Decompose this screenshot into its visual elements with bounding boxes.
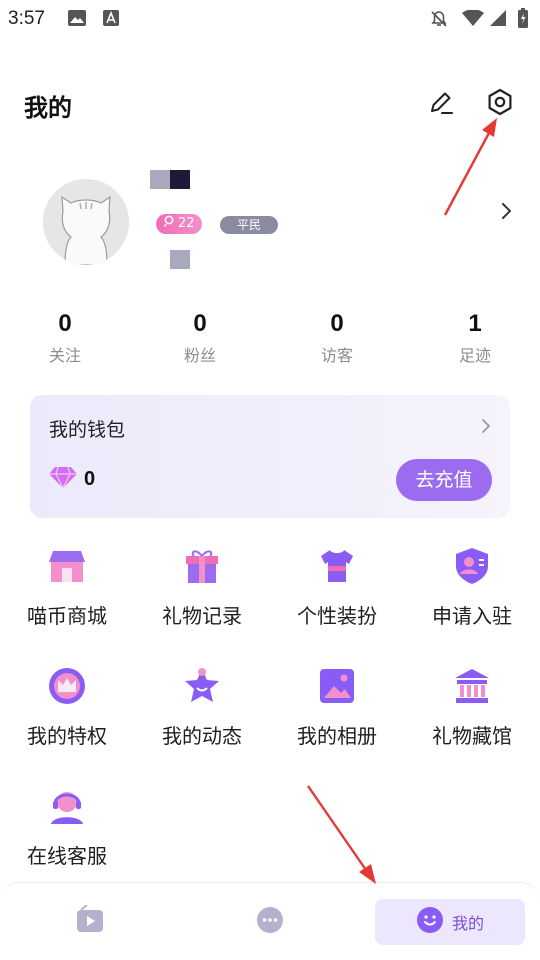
wallet-card[interactable]: 我的钱包 0 去充值: [30, 395, 510, 518]
grid-label: 在线客服: [27, 844, 107, 868]
stat-following[interactable]: 0 关注: [15, 310, 115, 366]
tshirt-icon: [317, 546, 357, 586]
user-id-redacted: [170, 250, 190, 269]
grid-label: 礼物记录: [162, 604, 242, 628]
signal-icon: [490, 10, 506, 30]
stat-fans[interactable]: 0 粉丝: [150, 310, 250, 366]
grid-item-apply[interactable]: 申请入驻: [412, 546, 532, 629]
nav-messages[interactable]: [240, 899, 300, 945]
shop-icon: [47, 546, 87, 586]
edit-profile-button[interactable]: [425, 88, 457, 120]
nav-mine[interactable]: 我的: [375, 899, 525, 945]
wallet-balance-row: 0: [48, 465, 95, 493]
crown-icon: [47, 666, 87, 706]
shield-user-icon: [452, 546, 492, 586]
cat-avatar-icon: [43, 179, 129, 265]
grid-item-shop[interactable]: 喵币商城: [7, 546, 127, 629]
notifications-off-icon: [430, 10, 448, 32]
grid-label: 申请入驻: [432, 604, 512, 628]
play-icon: [75, 905, 105, 939]
status-bar: 3:57: [0, 0, 540, 36]
stat-label: 访客: [320, 346, 353, 365]
level-icon: [163, 214, 175, 234]
grid-item-moments[interactable]: 我的动态: [142, 666, 262, 749]
grid-label: 喵币商城: [27, 604, 107, 628]
diamond-icon: [48, 465, 78, 493]
chevron-right-icon: [480, 417, 492, 439]
grid-item-dress-up[interactable]: 个性装扮: [277, 546, 397, 629]
username-redacted-part: [170, 170, 190, 189]
grid-label: 个性装扮: [297, 604, 377, 628]
grid-label: 我的相册: [297, 724, 377, 748]
grid-item-gift-records[interactable]: 礼物记录: [142, 546, 262, 629]
recharge-button[interactable]: 去充值: [396, 459, 492, 501]
stat-value: 0: [58, 310, 72, 337]
album-icon: [317, 666, 357, 706]
a-box-icon: [103, 10, 119, 30]
pencil-icon: [427, 88, 455, 120]
grid-item-gift-museum[interactable]: 礼物藏馆: [412, 666, 532, 749]
wallet-balance: 0: [84, 467, 96, 490]
wifi-icon: [462, 9, 484, 30]
grid-label: 我的动态: [162, 724, 242, 748]
grid-label: 我的特权: [27, 724, 107, 748]
avatar[interactable]: [43, 179, 129, 265]
stat-value: 1: [468, 310, 482, 337]
museum-icon: [452, 666, 492, 706]
grid-label: 礼物藏馆: [432, 724, 512, 748]
nav-home[interactable]: [60, 899, 120, 945]
wallet-title: 我的钱包: [49, 419, 126, 441]
status-time: 3:57: [8, 8, 45, 29]
username-redacted: [150, 170, 170, 189]
image-icon: [68, 10, 86, 30]
grid-item-privileges[interactable]: 我的特权: [7, 666, 127, 749]
profile-chevron-icon[interactable]: [497, 200, 517, 222]
stat-label: 足迹: [458, 346, 491, 365]
stat-visitors[interactable]: 0 访客: [287, 310, 387, 366]
smile-icon: [416, 906, 444, 938]
headset-icon: [47, 786, 87, 826]
stat-label: 关注: [48, 346, 81, 365]
page-title: 我的: [24, 94, 72, 122]
settings-button[interactable]: [484, 88, 516, 120]
battery-icon: [518, 8, 528, 32]
stat-label: 粉丝: [183, 346, 216, 365]
settings-hexagon-icon: [485, 87, 515, 121]
arrow-to-mine-tab-icon: [307, 785, 376, 884]
level-value: 22: [178, 216, 195, 231]
star-icon: [182, 666, 222, 706]
grid-item-customer-service[interactable]: 在线客服: [7, 786, 127, 869]
bottom-nav: 我的: [0, 882, 540, 960]
arrow-to-settings-icon: [443, 118, 497, 216]
gift-icon: [182, 546, 222, 586]
rank-badge: 平民: [220, 216, 279, 234]
level-badge: 22: [156, 214, 202, 234]
nav-label: 我的: [451, 914, 484, 933]
stat-value: 0: [193, 310, 207, 337]
grid-item-album[interactable]: 我的相册: [277, 666, 397, 749]
stat-footprints[interactable]: 1 足迹: [425, 310, 525, 366]
stat-value: 0: [330, 310, 344, 337]
chat-icon: [255, 905, 285, 939]
